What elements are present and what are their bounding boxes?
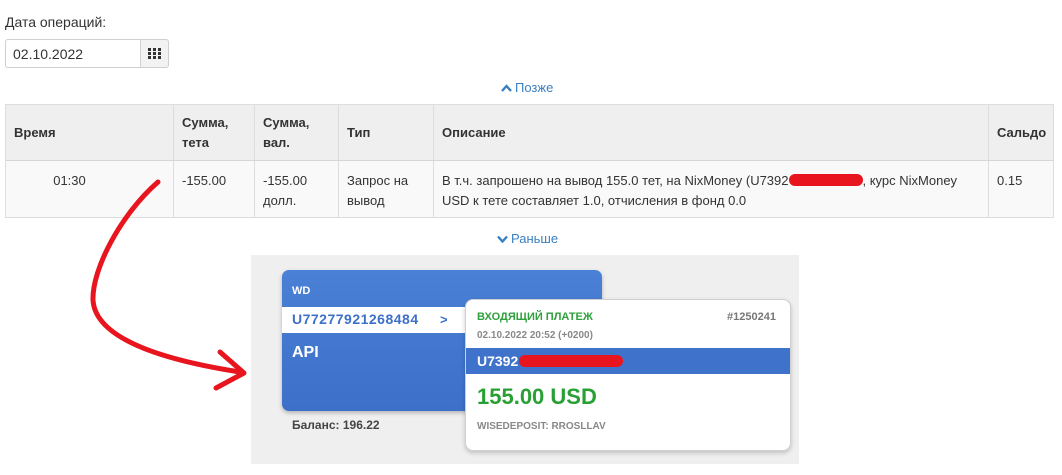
cell-type-line1: Запрос на bbox=[347, 173, 409, 188]
date-picker bbox=[5, 39, 169, 68]
description-text-line2: USD к тете составляет 1.0, отчисления в … bbox=[442, 193, 747, 208]
later-link-label: Позже bbox=[515, 80, 554, 95]
date-label: Дата операций: bbox=[5, 14, 107, 30]
payment-account-text: U7392 bbox=[477, 353, 519, 369]
redaction-mark bbox=[788, 174, 863, 186]
wallet-arrow: > bbox=[440, 312, 448, 327]
earlier-link[interactable]: Раньше bbox=[497, 231, 558, 246]
wallet-account: U77277921268484 bbox=[292, 311, 419, 327]
cell-sum-currency: -155.00 долл. bbox=[255, 161, 339, 217]
header-sum-currency: Сумма, вал. bbox=[255, 105, 339, 160]
calendar-icon bbox=[148, 48, 161, 59]
payment-datetime: 02.10.2022 20:52 (+0200) bbox=[477, 330, 593, 341]
header-time: Время bbox=[6, 105, 174, 160]
wallet-balance: Баланс: 196.22 bbox=[292, 418, 380, 432]
date-input[interactable] bbox=[5, 39, 141, 68]
cell-type: Запрос на вывод bbox=[339, 161, 434, 217]
header-sum-teta-line2: тета bbox=[182, 134, 210, 150]
header-sum-currency-line2: вал. bbox=[263, 134, 290, 150]
cell-sum-currency-value: -155.00 bbox=[263, 173, 308, 188]
wallet-title: WD bbox=[292, 285, 311, 297]
cell-time: 01:30 bbox=[6, 161, 174, 217]
payment-account-row: U7392 bbox=[466, 348, 790, 374]
operations-table: Время Сумма, тета Сумма, вал. Тип Описание… bbox=[5, 104, 1054, 218]
description-text-part2: , курс NixMoney bbox=[862, 173, 958, 188]
chevron-down-icon bbox=[497, 235, 508, 243]
cell-sum-teta: -155.00 bbox=[174, 161, 255, 217]
later-link[interactable]: Позже bbox=[501, 80, 553, 95]
header-description: Описание bbox=[434, 105, 989, 160]
payment-amount: 155.00 USD bbox=[477, 384, 597, 409]
header-balance: Сальдо bbox=[997, 124, 1047, 140]
table-header: Время Сумма, тета Сумма, вал. Тип Описание… bbox=[6, 105, 1053, 161]
payment-title: ВХОДЯЩИЙ ПЛАТЕЖ bbox=[477, 311, 593, 323]
payment-number: #1250241 bbox=[727, 311, 776, 323]
incoming-payment-card: ВХОДЯЩИЙ ПЛАТЕЖ #1250241 02.10.2022 20:5… bbox=[465, 299, 791, 451]
cell-type-line2: вывод bbox=[347, 193, 385, 208]
description-text-part1: В т.ч. запрошено на вывод 155.0 тет, на … bbox=[442, 173, 789, 188]
wallet-api-label: API bbox=[292, 344, 319, 361]
cell-balance: 0.15 bbox=[997, 173, 1023, 188]
table-row: 01:30 -155.00 -155.00 долл. Запрос на вы… bbox=[6, 161, 1053, 217]
earlier-link-label: Раньше bbox=[511, 231, 559, 246]
payment-memo: WISEDEPOSIT: RROSLLAV bbox=[477, 421, 606, 432]
chevron-up-icon bbox=[501, 83, 512, 92]
header-sum-teta-line1: Сумма, bbox=[182, 114, 229, 130]
payment-account: U7392 bbox=[477, 353, 624, 369]
payment-screenshot: WD U77277921268484 > API Баланс: 196.22 … bbox=[251, 255, 799, 464]
header-sum-currency-line1: Сумма, bbox=[263, 114, 310, 130]
calendar-button[interactable] bbox=[140, 39, 169, 68]
header-type: Тип bbox=[339, 105, 434, 160]
cell-sum-currency-unit: долл. bbox=[263, 193, 297, 208]
redaction-mark bbox=[519, 355, 624, 367]
header-sum-teta: Сумма, тета bbox=[174, 105, 255, 160]
cell-description: В т.ч. запрошено на вывод 155.0 тет, на … bbox=[434, 161, 989, 217]
